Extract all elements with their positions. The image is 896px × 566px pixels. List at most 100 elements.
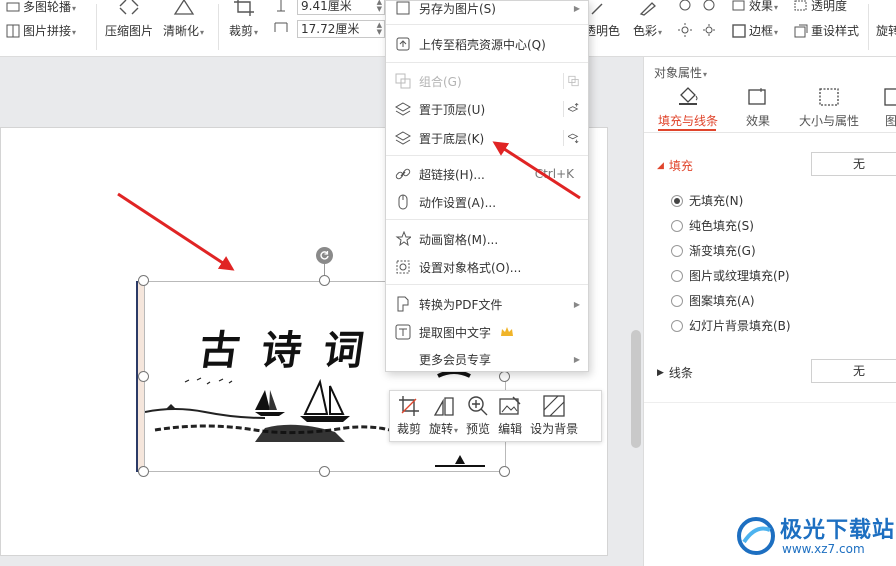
tab-effects[interactable]: 效果 [746,87,770,129]
background-icon [543,395,565,417]
resize-handle-bottom-right[interactable] [499,466,510,477]
transparent-color-button[interactable]: 透明色 [584,22,620,39]
resize-handle-bottom[interactable] [319,466,330,477]
submenu-arrow-icon: ▶ [573,3,580,13]
rotate-handle[interactable] [316,247,333,264]
menu-item-send-to-back[interactable]: 置于底层(K) [386,124,588,152]
transparent-color-icon [591,3,603,15]
radio-solid-fill[interactable]: 纯色填充(S) [671,217,754,234]
vertical-scrollbar[interactable] [631,330,641,448]
ribbon-separator [868,4,869,50]
reset-style-icon [794,24,808,37]
height-input[interactable]: 9.41厘米 ▲ ▼ [297,0,385,15]
submenu-arrow-icon: ▶ [573,354,580,364]
resize-handle-top[interactable] [319,275,330,286]
radio-slide-background-fill[interactable]: 幻灯片背景填充(B) [671,317,791,334]
submenu-arrow-icon: ▶ [573,299,580,309]
extract-text-icon [395,324,411,340]
transparency-icon [794,0,807,10]
ribbon-separator [218,4,219,50]
menu-item-format-object[interactable]: 设置对象格式(O)... [386,253,588,281]
resize-handle-top-left[interactable] [138,275,149,286]
compress-icon [119,0,139,15]
menu-item-group: 组合(G) [386,67,588,95]
width-icon [274,22,288,32]
border-button[interactable]: 边框 [732,22,778,39]
width-input[interactable]: 17.72厘米 ▲ ▼ [297,20,385,38]
menu-item-animation-pane[interactable]: 动画窗格(M)... [386,225,588,253]
quick-rotate-button[interactable]: 旋转 [425,392,462,440]
brightness-up-icon[interactable] [678,0,692,12]
animation-star-icon [395,231,411,247]
quick-set-background-button[interactable]: 设为背景 [526,392,582,440]
menu-separator [386,62,588,63]
multi-carousel-button[interactable]: 多图轮播 [6,0,76,15]
picture-quick-toolbar: 裁剪 旋转 预览 编辑 设为背景 [389,390,602,442]
edit-picture-icon [499,396,521,415]
object-properties-panel: 对象属性 填充与线条 效果 大小与属性 图 ◢ 填充 无 无填充(N) 纯色填充… [643,57,896,566]
tab-size-and-properties[interactable]: 大小与属性 [799,87,859,129]
ink-landscape-illustration [145,377,391,442]
crop-icon [233,0,254,16]
menu-item-hyperlink[interactable]: 超链接(H)... Ctrl+K [386,160,588,188]
effects-tab-icon [748,88,766,105]
quick-edit-button[interactable]: 编辑 [494,392,526,440]
radio-gradient-fill[interactable]: 渐变填充(G) [671,242,756,259]
quick-crop-button[interactable]: 裁剪 [393,392,425,440]
zoom-in-icon [468,396,488,416]
rotate-ribbon-button[interactable]: 旋转 [876,22,896,39]
crop-icon [399,396,419,416]
menu-item-extract-text[interactable]: 提取图中文字 [386,318,588,346]
height-spinner[interactable]: ▲ ▼ [377,0,382,13]
radio-no-fill[interactable]: 无填充(N) [671,192,743,209]
contrast-up-icon[interactable] [677,22,693,38]
resize-handle-bottom-left[interactable] [138,466,149,477]
save-picture-icon [396,1,410,15]
panel-title[interactable]: 对象属性 [654,64,707,81]
radio-pattern-fill[interactable]: 图案填充(A) [671,292,755,309]
collapse-triangle-icon: ◢ [657,160,664,171]
rotate-picture-icon [433,397,454,416]
menu-item-action-settings[interactable]: 动作设置(A)... [386,188,588,216]
width-spinner[interactable]: ▲ ▼ [377,22,382,36]
effects-button[interactable]: 效果 [732,0,778,14]
color-button[interactable]: 色彩 [633,22,662,39]
format-object-icon [396,260,410,274]
sharpen-button[interactable]: 清晰化 [163,0,204,39]
sharpen-icon [173,0,194,15]
resize-handle-left[interactable] [138,371,149,382]
line-section-header[interactable]: ▶ 线条 [657,364,693,381]
picture-collage-button[interactable]: 图片拼接 [6,22,76,39]
quick-preview-button[interactable]: 预览 [462,392,494,440]
brightness-down-icon[interactable] [702,0,716,12]
link-icon [395,168,411,180]
compress-picture-button[interactable]: 压缩图片 [105,0,153,39]
contrast-down-icon[interactable] [701,22,717,38]
line-value-dropdown[interactable]: 无 [811,359,896,383]
fill-section-header[interactable]: ◢ 填充 [657,157,693,174]
size-properties-icon [819,88,839,106]
tab-picture[interactable]: 图 [884,87,896,129]
mouse-icon [398,194,408,210]
aurora-logo-icon [737,517,775,555]
reset-style-button[interactable]: 重设样式 [794,22,859,39]
context-menu: 另存为图片(S) ▶ 上传至稻壳资源中心(Q) 组合(G) 置于顶层(U) 置于… [385,0,589,372]
rotate-icon [320,251,329,260]
menu-separator [386,24,588,25]
transparency-button[interactable]: 透明度 [794,0,847,14]
crop-button[interactable]: 裁剪 [229,0,258,39]
tab-fill-and-line[interactable]: 填充与线条 [658,87,718,129]
menu-item-bring-to-front[interactable]: 置于顶层(U) [386,95,588,123]
menu-item-upload-docer[interactable]: 上传至稻壳资源中心(Q) [386,30,588,58]
group-icon [395,73,411,89]
menu-item-save-as-picture[interactable]: 另存为图片(S) ▶ [386,0,588,22]
watermark-url: www.xz7.com [782,542,865,556]
send-to-back-icon [395,131,411,145]
height-icon [277,0,285,12]
pdf-convert-icon [397,296,409,312]
menu-item-convert-pdf[interactable]: 转换为PDF文件 ▶ [386,290,588,318]
menu-item-more-member[interactable]: 更多会员专享 ▶ [386,345,588,373]
fill-value-dropdown[interactable]: 无 [811,152,896,176]
picture-tab-icon [884,88,896,106]
radio-picture-texture-fill[interactable]: 图片或纹理填充(P) [671,267,790,284]
